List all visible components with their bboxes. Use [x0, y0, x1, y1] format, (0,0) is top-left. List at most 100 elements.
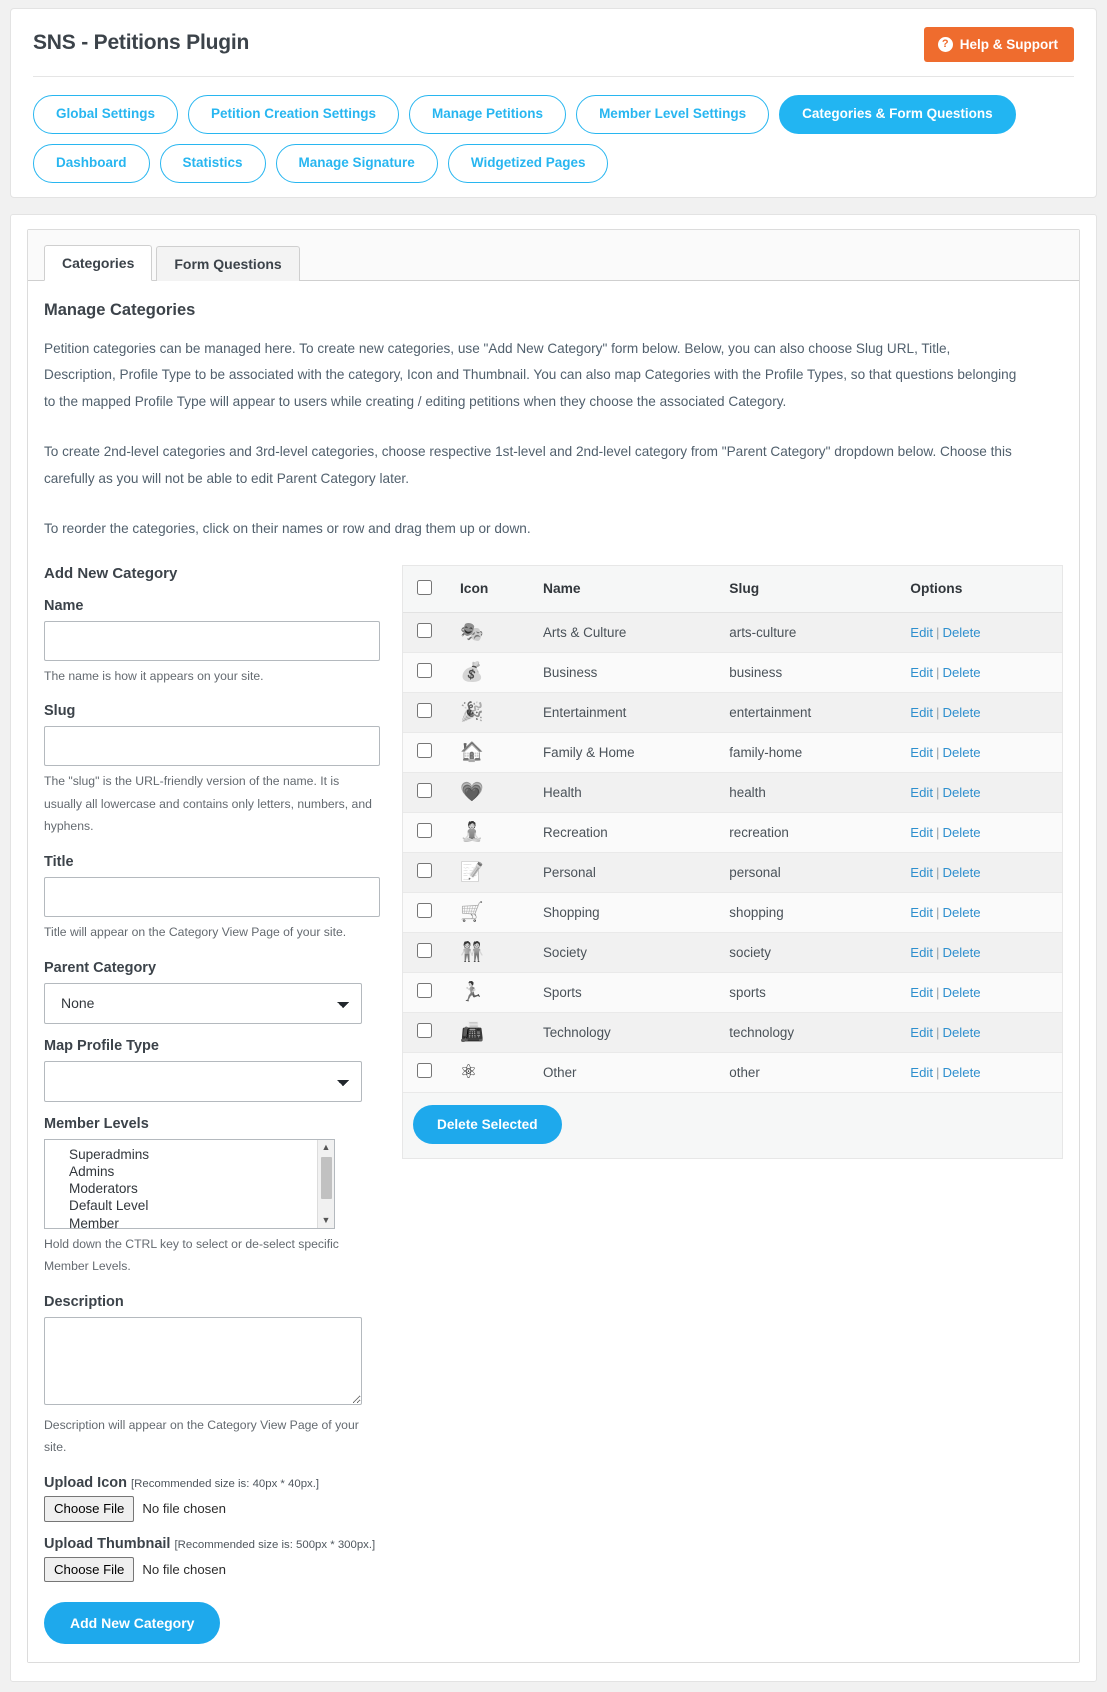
- select-all-checkbox[interactable]: [417, 579, 432, 595]
- map-profile-type-select[interactable]: [44, 1060, 362, 1102]
- edit-link[interactable]: Edit: [910, 1025, 933, 1040]
- upload-icon-choose-file-button[interactable]: Choose File: [44, 1495, 135, 1522]
- row-select-checkbox[interactable]: [417, 703, 432, 719]
- row-name-cell[interactable]: Sports: [535, 972, 722, 1013]
- row-select-checkbox[interactable]: [417, 943, 432, 959]
- row-name-cell[interactable]: Family & Home: [535, 732, 722, 773]
- tab-categories[interactable]: Categories: [44, 244, 153, 281]
- row-select-checkbox[interactable]: [417, 663, 432, 679]
- edit-link[interactable]: Edit: [910, 705, 933, 720]
- delete-link[interactable]: Delete: [942, 705, 980, 720]
- title-input[interactable]: [44, 876, 380, 917]
- upload-icon-filename: No file chosen: [142, 1501, 226, 1517]
- member-level-option[interactable]: Default Level: [69, 1197, 317, 1214]
- table-row[interactable]: 📠 Technology technology Edit | Delete: [403, 1012, 1062, 1053]
- row-select-checkbox[interactable]: [417, 783, 432, 799]
- row-select-checkbox[interactable]: [417, 743, 432, 759]
- nav-tab-dashboard[interactable]: Dashboard: [33, 143, 150, 183]
- table-row[interactable]: 🎭 Arts & Culture arts-culture Edit | Delete: [403, 612, 1062, 653]
- delete-link[interactable]: Delete: [942, 905, 980, 920]
- scroll-up-arrow-icon[interactable]: ▲: [322, 1140, 331, 1155]
- delete-link[interactable]: Delete: [942, 825, 980, 840]
- table-row[interactable]: 🛒 Shopping shopping Edit | Delete: [403, 892, 1062, 933]
- edit-link[interactable]: Edit: [910, 825, 933, 840]
- table-row[interactable]: 🏠 Family & Home family-home Edit | Delete: [403, 732, 1062, 773]
- parent-category-select[interactable]: None: [44, 982, 362, 1024]
- row-name-cell[interactable]: Entertainment: [535, 692, 722, 733]
- member-levels-options[interactable]: Superadmins Admins Moderators Default Le…: [45, 1140, 317, 1228]
- row-select-checkbox[interactable]: [417, 983, 432, 999]
- nav-tab-statistics[interactable]: Statistics: [159, 143, 266, 183]
- name-input[interactable]: [44, 620, 380, 661]
- delete-link[interactable]: Delete: [942, 625, 980, 640]
- delete-link[interactable]: Delete: [942, 945, 980, 960]
- table-row[interactable]: 💗 Health health Edit | Delete: [403, 772, 1062, 813]
- delete-link[interactable]: Delete: [942, 1025, 980, 1040]
- nav-tab-global-settings[interactable]: Global Settings: [33, 95, 179, 134]
- row-select-checkbox[interactable]: [417, 823, 432, 839]
- row-select-checkbox[interactable]: [417, 623, 432, 639]
- member-levels-listbox[interactable]: Superadmins Admins Moderators Default Le…: [44, 1138, 335, 1229]
- row-name-cell[interactable]: Shopping: [535, 892, 722, 933]
- row-select-checkbox[interactable]: [417, 903, 432, 919]
- delete-link[interactable]: Delete: [942, 865, 980, 880]
- nav-tab-manage-petitions[interactable]: Manage Petitions: [409, 95, 567, 134]
- edit-link[interactable]: Edit: [910, 625, 933, 640]
- map-profile-type-label: Map Profile Type: [44, 1037, 159, 1054]
- row-name-cell[interactable]: Business: [535, 652, 722, 693]
- edit-link[interactable]: Edit: [910, 985, 933, 1000]
- edit-link[interactable]: Edit: [910, 945, 933, 960]
- nav-tab-petition-creation-settings[interactable]: Petition Creation Settings: [188, 95, 400, 134]
- edit-link[interactable]: Edit: [910, 785, 933, 800]
- member-level-option[interactable]: Member: [69, 1215, 317, 1228]
- delete-link[interactable]: Delete: [942, 1065, 980, 1080]
- row-select-checkbox[interactable]: [417, 863, 432, 879]
- help-and-support-button[interactable]: ? Help & Support: [923, 27, 1074, 62]
- add-new-category-button[interactable]: Add New Category: [44, 1602, 221, 1645]
- member-levels-scrollbar[interactable]: ▲ ▼: [317, 1139, 334, 1228]
- table-row[interactable]: 📝 Personal personal Edit | Delete: [403, 852, 1062, 893]
- table-row[interactable]: 🎉 Entertainment entertainment Edit | Delete: [403, 692, 1062, 733]
- member-level-option[interactable]: Moderators: [69, 1180, 317, 1197]
- row-select-checkbox[interactable]: [417, 1023, 432, 1039]
- row-select-checkbox[interactable]: [417, 1063, 432, 1079]
- row-icon-cell: 📠: [451, 1012, 535, 1053]
- delete-link[interactable]: Delete: [942, 785, 980, 800]
- nav-tab-widgetized-pages[interactable]: Widgetized Pages: [447, 143, 609, 183]
- row-name-cell[interactable]: Technology: [535, 1012, 722, 1053]
- nav-tab-manage-signature[interactable]: Manage Signature: [275, 143, 438, 183]
- nav-tab-member-level-settings[interactable]: Member Level Settings: [576, 95, 770, 134]
- edit-link[interactable]: Edit: [910, 665, 933, 680]
- tab-form-questions[interactable]: Form Questions: [156, 245, 300, 281]
- row-name-cell[interactable]: Personal: [535, 852, 722, 893]
- slug-input[interactable]: [44, 726, 380, 767]
- row-name-cell[interactable]: Arts & Culture: [535, 612, 722, 653]
- edit-link[interactable]: Edit: [910, 1065, 933, 1080]
- slug-helper-text: The "slug" is the URL-friendly version o…: [44, 774, 372, 834]
- nav-tab-categories-and-form-questions[interactable]: Categories & Form Questions: [779, 95, 1016, 134]
- delete-selected-button[interactable]: Delete Selected: [413, 1104, 562, 1145]
- edit-link[interactable]: Edit: [910, 905, 933, 920]
- delete-link[interactable]: Delete: [942, 665, 980, 680]
- table-row[interactable]: 🧑‍🤝‍🧑 Society society Edit | Delete: [403, 932, 1062, 973]
- member-level-option[interactable]: Superadmins: [69, 1146, 317, 1163]
- upload-thumbnail-choose-file-button[interactable]: Choose File: [44, 1556, 135, 1583]
- edit-link[interactable]: Edit: [910, 865, 933, 880]
- scrollbar-thumb[interactable]: [321, 1156, 332, 1199]
- delete-link[interactable]: Delete: [942, 745, 980, 760]
- table-row[interactable]: 💰 Business business Edit | Delete: [403, 652, 1062, 693]
- member-level-option[interactable]: Admins: [69, 1163, 317, 1180]
- scroll-down-arrow-icon[interactable]: ▼: [322, 1213, 331, 1228]
- row-name-cell[interactable]: Other: [535, 1052, 722, 1093]
- row-name-cell[interactable]: Society: [535, 932, 722, 973]
- row-slug-cell: arts-culture: [721, 612, 903, 653]
- delete-link[interactable]: Delete: [942, 985, 980, 1000]
- table-row[interactable]: 🧘 Recreation recreation Edit | Delete: [403, 812, 1062, 853]
- atom-icon: ⚛: [459, 1061, 478, 1083]
- table-row[interactable]: ⚛ Other other Edit | Delete: [403, 1052, 1062, 1093]
- row-name-cell[interactable]: Recreation: [535, 812, 722, 853]
- description-textarea[interactable]: [44, 1316, 362, 1405]
- edit-link[interactable]: Edit: [910, 745, 933, 760]
- table-row[interactable]: 🏃 Sports sports Edit | Delete: [403, 972, 1062, 1013]
- row-name-cell[interactable]: Health: [535, 772, 722, 813]
